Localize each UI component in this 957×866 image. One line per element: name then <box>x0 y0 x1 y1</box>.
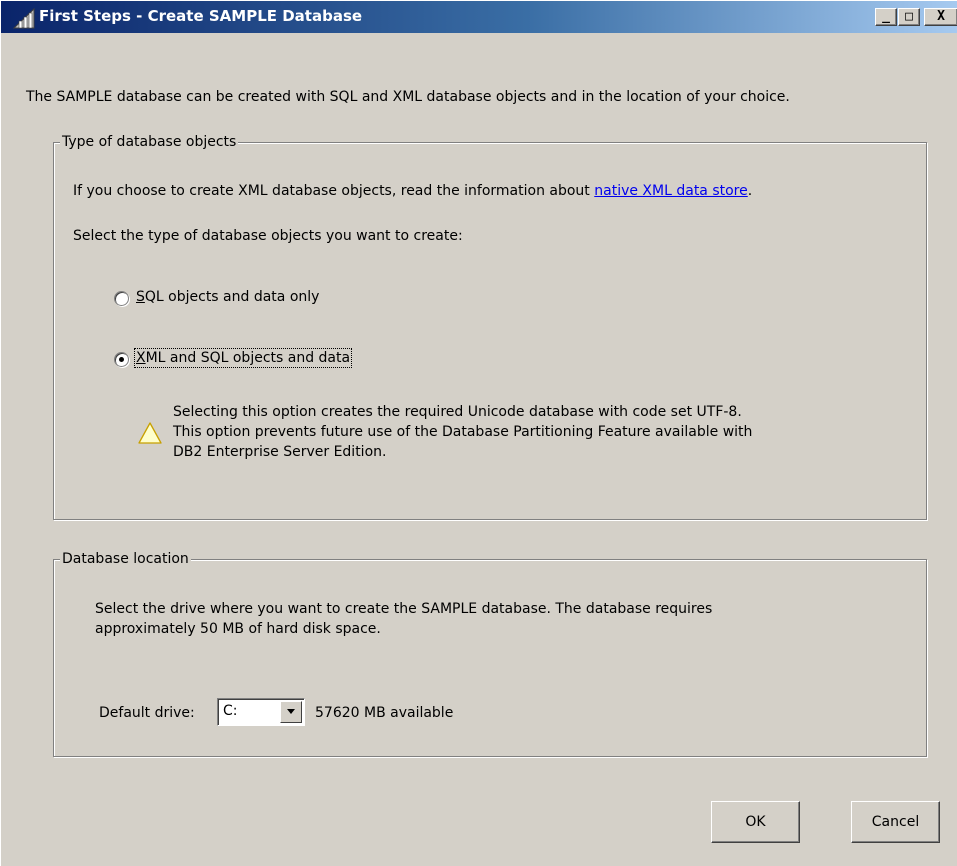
xml-info-prefix: If you choose to create XML database obj… <box>73 183 595 199</box>
radio-sql-only-label[interactable]: SQL objects and data only <box>136 288 319 306</box>
cancel-button[interactable]: Cancel <box>851 801 940 843</box>
available-space-text: 57620 MB available <box>315 705 454 721</box>
dropdown-button[interactable] <box>280 701 302 723</box>
dialog-window: First Steps - Create SAMPLE Database _ □… <box>0 0 957 866</box>
radio-xml-and-sql-text: ML and SQL objects and data <box>145 350 351 366</box>
radio-sql-only-text: QL objects and data only <box>144 289 320 305</box>
ok-button[interactable]: OK <box>711 801 800 843</box>
maximize-icon: □ <box>905 9 913 24</box>
database-location-group: Database location <box>53 550 927 757</box>
radio-xml-and-sql[interactable] <box>114 352 129 367</box>
warning-line: This option prevents future use of the D… <box>173 424 753 440</box>
minimize-button[interactable]: _ <box>875 8 897 26</box>
location-description-line: Select the drive where you want to creat… <box>95 601 713 617</box>
object-type-legend: Type of database objects <box>60 133 239 151</box>
radio-xml-and-sql-label[interactable]: XML and SQL objects and data <box>133 348 353 368</box>
warning-line: DB2 Enterprise Server Edition. <box>173 444 387 460</box>
location-description-line: approximately 50 MB of hard disk space. <box>95 621 381 637</box>
xml-info-suffix: . <box>747 183 753 199</box>
radio-selected-dot <box>119 357 124 362</box>
location-description: Select the drive where you want to creat… <box>95 599 712 639</box>
database-location-legend: Database location <box>60 550 191 568</box>
mnemonic-x: X <box>136 350 146 366</box>
object-type-prompt: Select the type of database objects you … <box>73 228 463 244</box>
native-xml-data-store-link[interactable]: native XML data store <box>594 183 748 199</box>
close-icon: X <box>937 9 945 24</box>
title-bar[interactable]: First Steps - Create SAMPLE Database _ □… <box>1 1 957 33</box>
close-button[interactable]: X <box>924 8 957 26</box>
xml-info-text: If you choose to create XML database obj… <box>73 182 752 200</box>
window-title: First Steps - Create SAMPLE Database <box>39 7 363 25</box>
radio-sql-only[interactable] <box>114 291 129 306</box>
warning-line: Selecting this option creates the requir… <box>173 404 742 420</box>
minimize-icon: _ <box>882 9 890 24</box>
intro-text: The SAMPLE database can be created with … <box>26 89 790 105</box>
default-drive-label: Default drive: <box>99 705 195 721</box>
utf8-warning-text: Selecting this option creates the requir… <box>173 402 913 462</box>
focus-rectangle: XML and SQL objects and data <box>133 348 353 368</box>
warning-icon <box>138 422 162 444</box>
default-drive-select[interactable]: C: <box>217 698 305 726</box>
db2-first-steps-icon <box>13 7 35 29</box>
mnemonic-s: S <box>136 289 145 305</box>
chevron-down-icon <box>287 709 295 714</box>
maximize-button[interactable]: □ <box>898 8 920 26</box>
default-drive-value: C: <box>223 703 238 719</box>
